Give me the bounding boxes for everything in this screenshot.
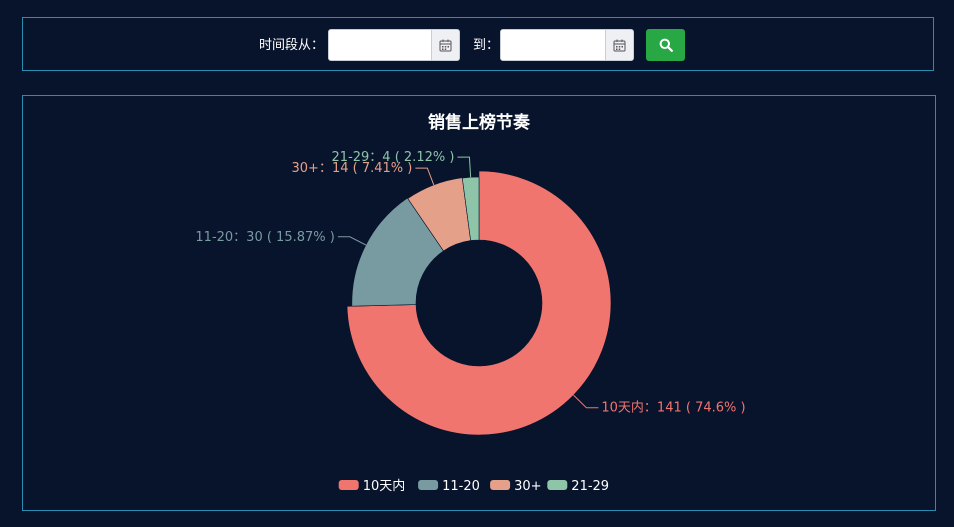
slices-group xyxy=(346,170,612,436)
legend-swatch-10天内[interactable] xyxy=(338,480,359,490)
chart-panel: 销售上榜节奏 10天内：141 ( 74.6% ) 11-20：30 ( 15.8… xyxy=(22,95,936,511)
chart-title: 销售上榜节奏 xyxy=(428,112,531,133)
legend-label-11-20[interactable]: 11-20 xyxy=(442,479,480,494)
search-icon xyxy=(659,38,673,52)
legend-swatch-11-20[interactable] xyxy=(418,480,439,490)
filter-panel: 时间段从： 到： xyxy=(22,17,934,71)
leader-line-10天内 xyxy=(573,394,599,409)
from-label: 时间段从： xyxy=(259,38,325,53)
legend: 10天内 11-20 30+ 21-29 xyxy=(338,478,609,494)
slice-label-11-20: 11-20：30 ( 15.87% ) xyxy=(195,230,334,245)
leader-line-30+ xyxy=(415,167,435,186)
to-date-field[interactable] xyxy=(500,29,634,61)
to-date-input[interactable] xyxy=(501,30,605,60)
legend-swatch-21-29[interactable] xyxy=(547,480,568,490)
legend-label-10天内[interactable]: 10天内 xyxy=(363,478,406,494)
legend-label-21-29[interactable]: 21-29 xyxy=(571,479,609,494)
calendar-icon[interactable] xyxy=(431,30,459,60)
calendar-icon[interactable] xyxy=(605,30,633,60)
from-date-field[interactable] xyxy=(328,29,460,61)
leader-line-21-29 xyxy=(457,156,472,178)
donut-chart: 销售上榜节奏 10天内：141 ( 74.6% ) 11-20：30 ( 15.8… xyxy=(195,112,745,494)
to-label: 到： xyxy=(473,38,500,53)
slice-label-10天内: 10天内：141 ( 74.6% ) xyxy=(601,400,745,416)
legend-swatch-30+[interactable] xyxy=(490,480,511,490)
leader-line-11-20 xyxy=(337,236,367,246)
from-date-input[interactable] xyxy=(329,30,433,60)
slice-label-21-29: 21-29：4 ( 2.12% ) xyxy=(332,150,455,165)
search-button[interactable] xyxy=(646,29,685,61)
legend-label-30+[interactable]: 30+ xyxy=(514,479,541,494)
